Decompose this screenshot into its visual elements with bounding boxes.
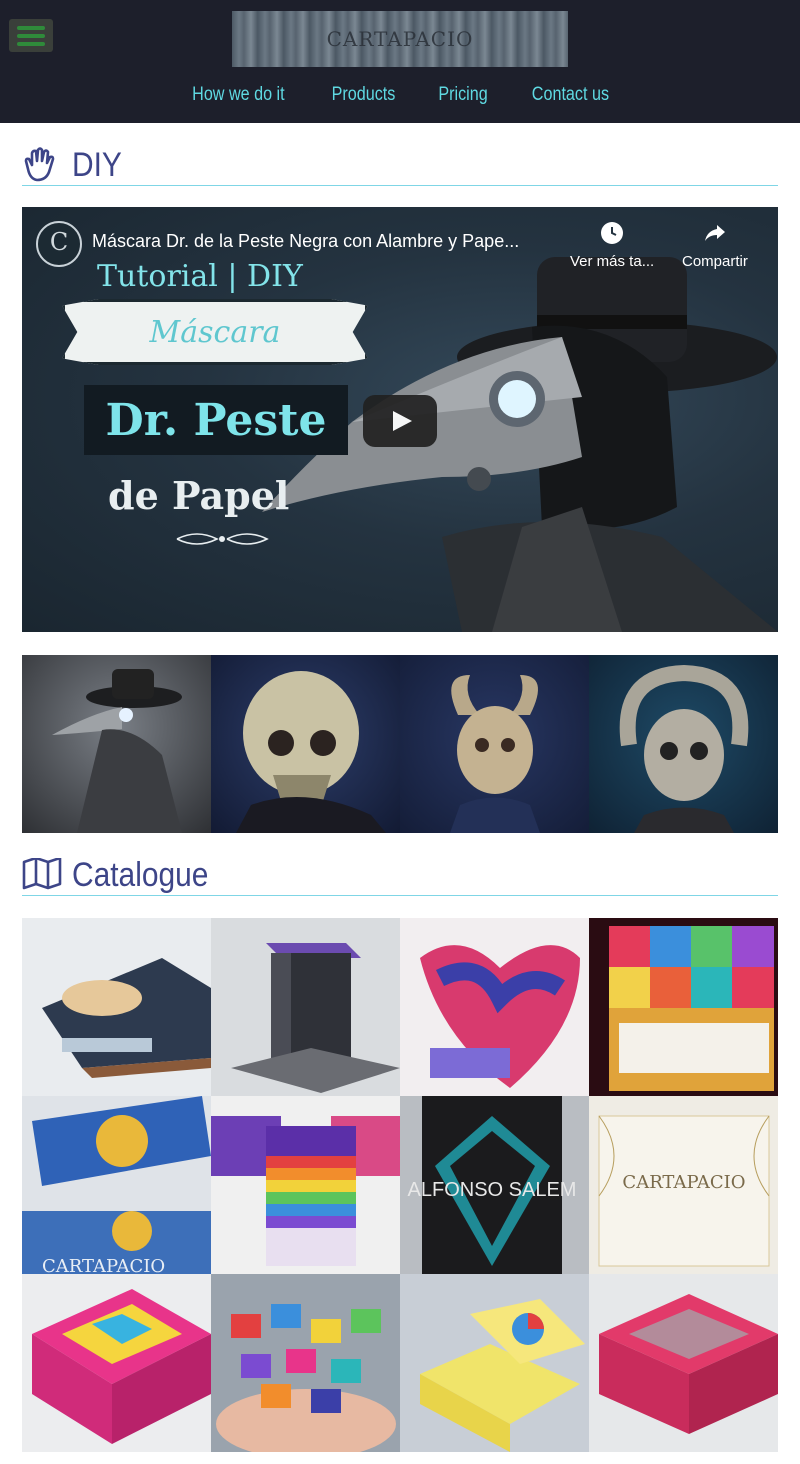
channel-logo[interactable]: C bbox=[36, 221, 82, 267]
share-arrow-icon bbox=[704, 225, 725, 241]
thumbnail-subtitle: de Papel bbox=[108, 473, 290, 518]
catalogue-grid: CARTAPACIO ALFONSO SALEM CARTAPACIO bbox=[22, 918, 778, 1452]
main-nav: How we do it Products Pricing Contact us bbox=[0, 84, 800, 106]
catalogue-item-geometric-cube-notebook[interactable] bbox=[589, 918, 778, 1096]
gallery-image-horned-demon-mask[interactable] bbox=[400, 655, 589, 833]
clock-icon bbox=[601, 222, 624, 244]
play-button-icon[interactable] bbox=[363, 395, 437, 447]
hamburger-menu-icon[interactable] bbox=[9, 19, 53, 52]
site-header: CARTAPACIO How we do it Products Pricing… bbox=[0, 0, 800, 123]
catalogue-section-header: Catalogue bbox=[22, 855, 778, 896]
catalogue-item-yellow-color-wheel-box[interactable] bbox=[400, 1274, 589, 1452]
invitation-image: CARTAPACIO bbox=[598, 1115, 770, 1267]
catalogue-item-jon-y-roy-album[interactable] bbox=[22, 918, 211, 1096]
nav-link-products[interactable]: Products bbox=[332, 84, 396, 106]
painted-book-image bbox=[420, 945, 580, 1088]
video-title[interactable]: Máscara Dr. de la Peste Negra con Alambr… bbox=[92, 231, 562, 252]
gallery-image-plague-doctor[interactable] bbox=[22, 655, 211, 833]
hand-icon bbox=[24, 147, 55, 182]
catalogue-item-painted-heart-book[interactable] bbox=[400, 918, 589, 1096]
watch-later-button[interactable]: Ver más ta... bbox=[570, 221, 654, 270]
share-button[interactable]: Compartir bbox=[682, 221, 748, 270]
open-book-icon bbox=[22, 858, 62, 890]
logo-text: CARTAPACIO bbox=[326, 27, 474, 51]
diy-title: DIY bbox=[72, 145, 122, 184]
catalogue-title: Catalogue bbox=[72, 855, 209, 894]
plague-doctor-mask-image bbox=[52, 669, 182, 833]
nav-link-contact-us[interactable]: Contact us bbox=[532, 84, 609, 106]
gallery-image-skull-mask[interactable] bbox=[211, 655, 400, 833]
catalogue-item-alfonso-salem-book[interactable]: ALFONSO SALEM bbox=[400, 1096, 589, 1274]
catalogue-item-pink-cube-box[interactable] bbox=[22, 1274, 211, 1452]
youtube-video-embed[interactable]: C Máscara Dr. de la Peste Negra con Alam… bbox=[22, 207, 778, 632]
sun-moon-book-image: CARTAPACIO bbox=[22, 1096, 211, 1274]
ornament-icon bbox=[176, 533, 269, 545]
skull-mask-image bbox=[236, 671, 386, 833]
album-image bbox=[42, 958, 211, 1078]
diy-gallery bbox=[22, 655, 778, 833]
thumbnail-title-plate: Dr. Peste bbox=[84, 385, 348, 455]
rainbow-notebooks-image bbox=[211, 1116, 400, 1266]
site-logo[interactable]: CARTAPACIO bbox=[232, 11, 568, 67]
ram-skull-mask-image bbox=[619, 664, 749, 833]
nav-link-how-we-do-it[interactable]: How we do it bbox=[192, 84, 284, 106]
thumbnail-tutorial-text: Tutorial | DIY bbox=[97, 259, 303, 294]
cartapacio-watermark: CARTAPACIO bbox=[42, 1256, 165, 1274]
diy-section-header: DIY bbox=[22, 145, 778, 186]
cartapacio-title-text: CARTAPACIO bbox=[622, 1172, 745, 1193]
color-wheel-box-image bbox=[420, 1299, 585, 1452]
catalogue-item-cartapacio-invitation[interactable]: CARTAPACIO bbox=[589, 1096, 778, 1274]
catalogue-item-sun-moon-book[interactable]: CARTAPACIO bbox=[22, 1096, 211, 1274]
alfonso-salem-book-image: ALFONSO SALEM bbox=[408, 1096, 577, 1274]
catalogue-item-rainbow-notebooks[interactable] bbox=[211, 1096, 400, 1274]
catalogue-item-gray-box[interactable] bbox=[211, 918, 400, 1096]
pink-cube-box-image bbox=[32, 1289, 211, 1444]
thumbnail-banner: Máscara bbox=[62, 299, 368, 365]
cube-notebook-image bbox=[609, 926, 774, 1091]
pink-window-box-image bbox=[599, 1294, 778, 1434]
catalogue-item-mini-notebooks[interactable] bbox=[211, 1274, 400, 1452]
nav-link-pricing[interactable]: Pricing bbox=[438, 84, 487, 106]
gray-box-image bbox=[231, 943, 400, 1093]
catalogue-item-pink-window-box[interactable] bbox=[589, 1274, 778, 1452]
alfonso-salem-text: ALFONSO SALEM bbox=[408, 1179, 577, 1201]
mini-notebooks-image bbox=[216, 1304, 396, 1452]
gallery-image-ram-skull-mask[interactable] bbox=[589, 655, 778, 833]
horned-demon-mask-image bbox=[450, 675, 540, 833]
